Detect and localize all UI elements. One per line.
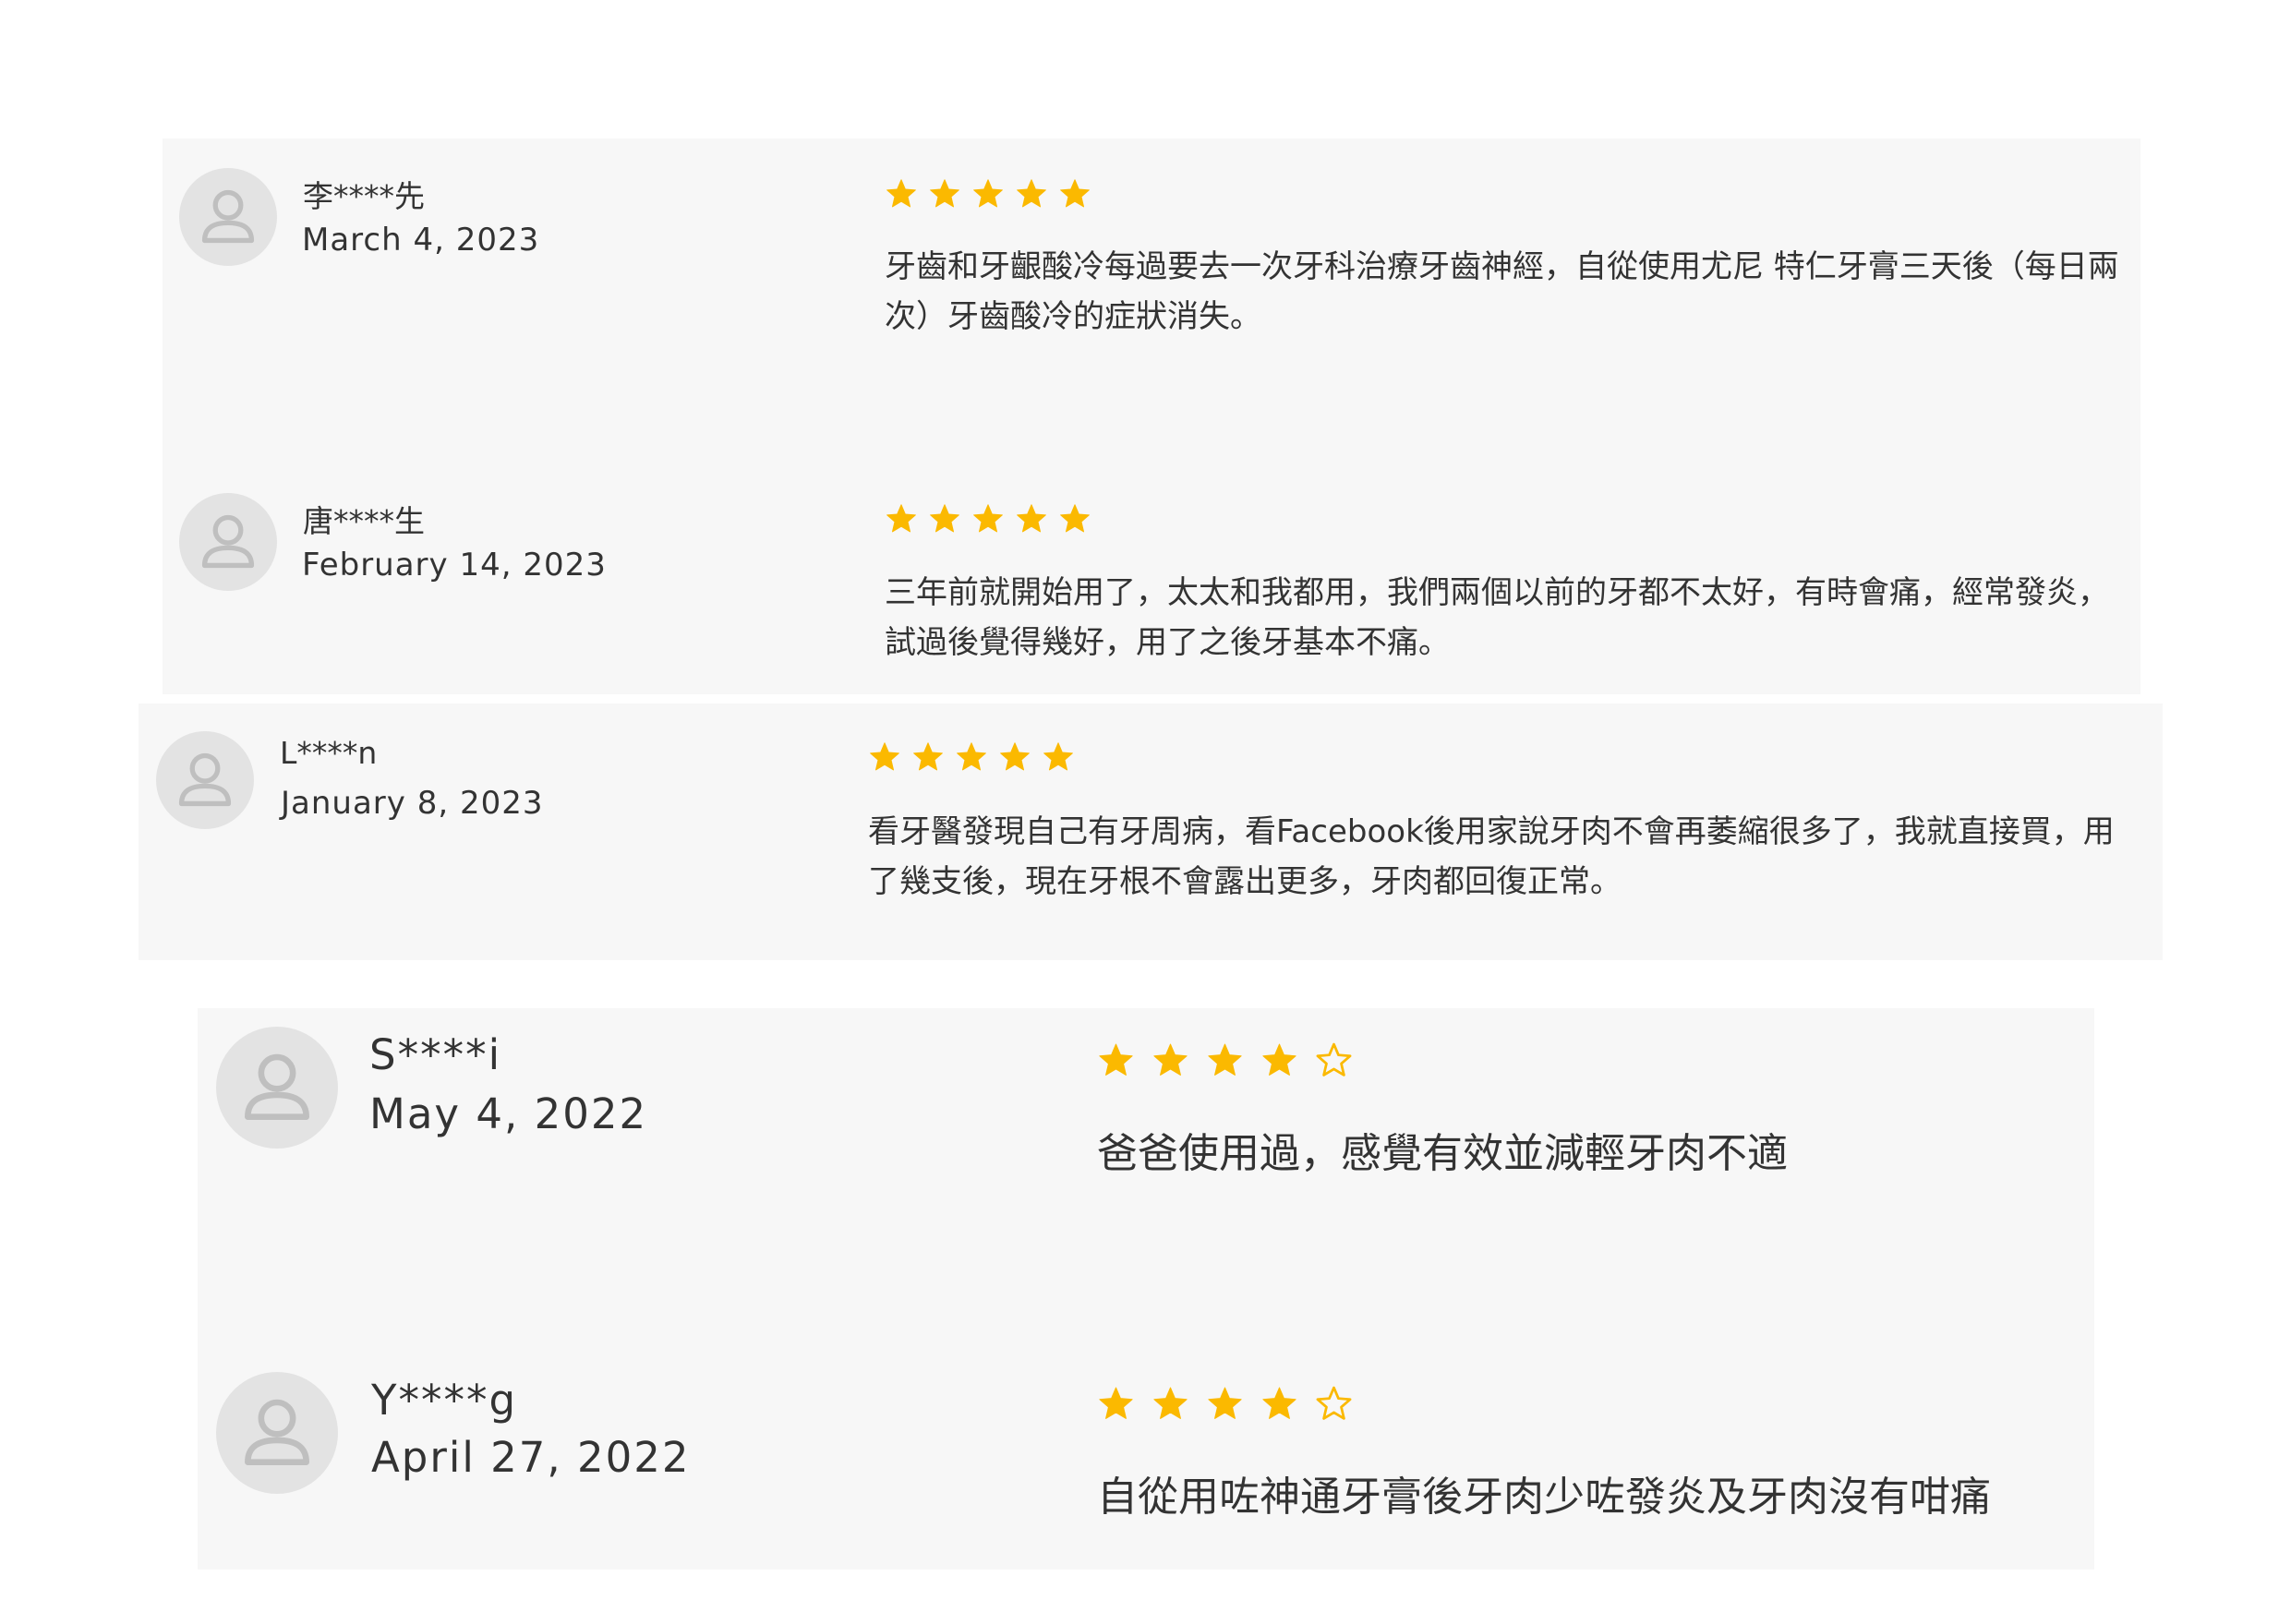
review-text: 爸爸使用過，感覺有效並減輕牙肉不適 [1097,1130,1788,1177]
star-empty-icon [1315,1385,1353,1423]
star-filled-icon [998,740,1031,774]
review-text: 三年前就開始用了，太太和我都用，我們兩個以前的牙都不太好，有時會痛，經常發炎，試… [885,574,2109,661]
reviewer-name: 李****先 [303,178,425,214]
star-filled-icon [1260,1385,1298,1423]
star-filled-icon [971,502,1005,535]
star-filled-icon [928,502,961,535]
star-filled-icon [1152,1041,1189,1079]
star-empty-icon [1315,1041,1353,1079]
star-filled-icon [1097,1385,1135,1423]
star-filled-icon [1058,177,1091,211]
star-filled-icon [885,177,918,211]
rating-stars [1097,1385,1353,1423]
star-filled-icon [868,740,901,774]
reviewer-name: Y****g [371,1376,518,1425]
user-avatar-icon [216,1372,338,1494]
star-filled-icon [1152,1385,1189,1423]
star-filled-icon [1260,1041,1298,1079]
review-date: May 4, 2022 [369,1089,648,1138]
star-filled-icon [1206,1041,1244,1079]
star-filled-icon [1015,502,1048,535]
review-text: 牙齒和牙齦酸冷每過要去一次牙科治療牙齒神經，自從使用尤尼 特仁牙膏三天後（每日兩… [885,248,2119,335]
star-filled-icon [1042,740,1075,774]
review-date: March 4, 2023 [302,222,540,259]
star-filled-icon [1058,502,1091,535]
review-date: January 8, 2023 [281,785,544,822]
reviewer-name: S****i [369,1030,502,1079]
rating-stars [885,502,1091,535]
review-date: February 14, 2023 [302,547,607,583]
rating-stars [1097,1041,1353,1079]
user-avatar-icon [179,493,277,591]
star-filled-icon [911,740,945,774]
reviewer-name: L****n [280,735,378,771]
user-avatar-icon [216,1027,338,1149]
reviewer-name: 唐****生 [303,503,425,539]
star-filled-icon [1015,177,1048,211]
review-text: 自從用咗神通牙膏後牙肉少咗發炎及牙肉沒有咁痛 [1097,1474,1991,1521]
rating-stars [868,740,1075,774]
review-text: 看牙醫發現自己有牙周病，看Facebook後用家說牙肉不會再萎縮很多了，我就直接… [868,813,2115,900]
user-avatar-icon [156,731,254,829]
star-filled-icon [928,177,961,211]
star-filled-icon [955,740,988,774]
star-filled-icon [971,177,1005,211]
star-filled-icon [1097,1041,1135,1079]
rating-stars [885,177,1091,211]
review-date: April 27, 2022 [371,1433,691,1482]
user-avatar-icon [179,168,277,266]
star-filled-icon [885,502,918,535]
star-filled-icon [1206,1385,1244,1423]
